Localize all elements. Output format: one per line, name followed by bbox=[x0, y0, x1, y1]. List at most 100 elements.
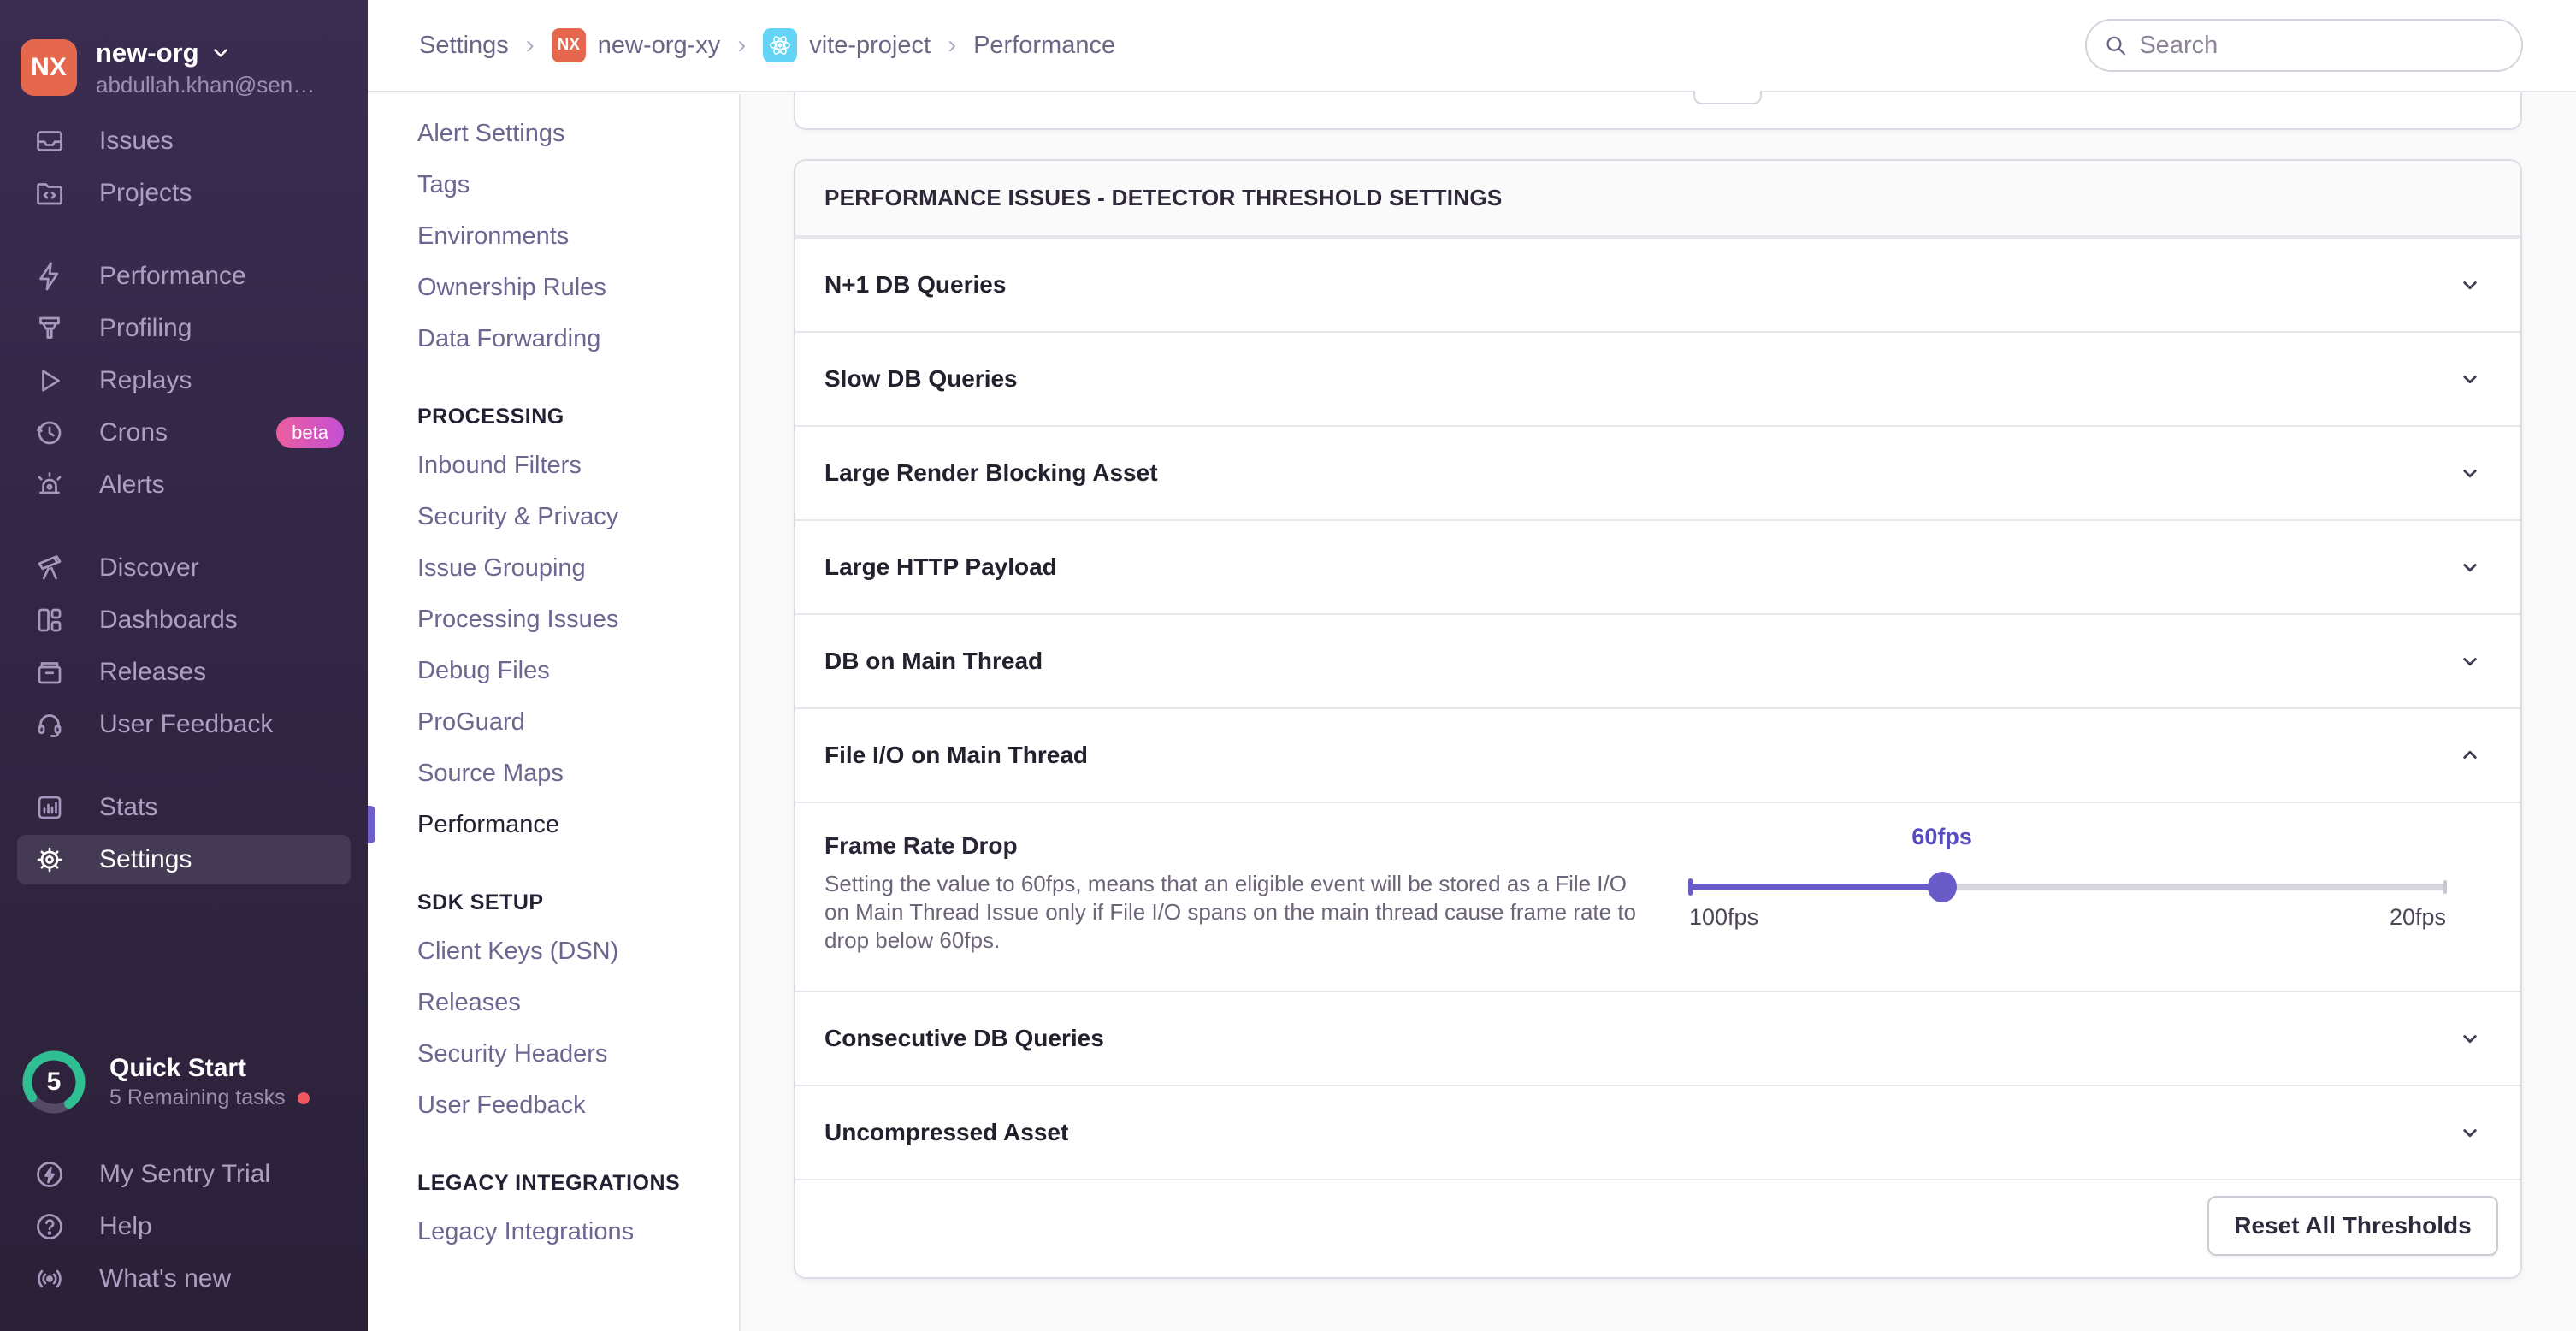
breadcrumb-separator: › bbox=[737, 31, 746, 60]
sidebar-item-alerts[interactable]: Alerts bbox=[0, 458, 368, 511]
quick-start-progress-ring: 5 bbox=[21, 1049, 87, 1115]
sidebar-item-crons[interactable]: Crons beta bbox=[0, 406, 368, 458]
sidebar-item-label: Discover bbox=[99, 553, 199, 583]
settings-nav-item[interactable]: Alert Settings bbox=[368, 108, 739, 159]
sidebar-item-label: User Feedback bbox=[99, 710, 273, 739]
settings-nav-item[interactable]: Security & Privacy bbox=[368, 491, 739, 542]
settings-nav-item[interactable]: Releases bbox=[368, 977, 739, 1028]
sidebar-item-label: Replays bbox=[99, 366, 192, 395]
sidebar-item-performance[interactable]: Performance bbox=[0, 250, 368, 302]
search-icon bbox=[2104, 33, 2127, 58]
settings-nav-heading: SDK SETUP bbox=[368, 879, 739, 926]
settings-nav-item-label: Performance bbox=[417, 811, 559, 839]
sidebar-item-issues[interactable]: Issues bbox=[0, 115, 368, 167]
help-icon bbox=[34, 1211, 65, 1242]
slider-start-cap bbox=[1688, 878, 1693, 896]
sidebar-item-stats[interactable]: Stats bbox=[0, 781, 368, 833]
play-icon bbox=[34, 365, 65, 396]
previous-panel-cutoff bbox=[794, 92, 2522, 130]
breadcrumb-project-label: vite-project bbox=[809, 32, 931, 60]
accordion-row-large-http-payload[interactable]: Large HTTP Payload bbox=[795, 519, 2520, 613]
slider-fill bbox=[1689, 884, 1942, 890]
sidebar-item-profiling[interactable]: Profiling bbox=[0, 302, 368, 354]
sidebar-item-whats-new[interactable]: What's new bbox=[0, 1252, 368, 1304]
settings-nav: Alert Settings Tags Environments Ownersh… bbox=[368, 94, 741, 1331]
alert-dot bbox=[298, 1092, 310, 1104]
chevron-down-icon bbox=[2457, 1120, 2483, 1145]
broadcast-icon bbox=[34, 1263, 65, 1294]
row-label: Large Render Blocking Asset bbox=[824, 459, 1158, 487]
search-box[interactable] bbox=[2085, 19, 2523, 72]
breadcrumb-project[interactable]: vite-project bbox=[763, 28, 931, 62]
accordion-row-large-render-blocking-asset[interactable]: Large Render Blocking Asset bbox=[795, 425, 2520, 519]
settings-nav-item[interactable]: Legacy Integrations bbox=[368, 1206, 739, 1257]
dashboards-icon bbox=[34, 605, 65, 636]
chevron-down-icon bbox=[2457, 366, 2483, 392]
breadcrumb-org[interactable]: NX new-org-xy bbox=[552, 28, 720, 62]
sidebar-item-label: Crons bbox=[99, 418, 168, 447]
accordion-row-file-io-on-main-thread[interactable]: File I/O on Main Thread bbox=[795, 707, 2520, 802]
sidebar-item-discover[interactable]: Discover bbox=[0, 541, 368, 594]
slider-thumb[interactable] bbox=[1928, 872, 1957, 902]
sidebar-item-projects[interactable]: Projects bbox=[0, 167, 368, 219]
quick-start[interactable]: 5 Quick Start 5 Remaining tasks bbox=[21, 1049, 310, 1115]
settings-nav-item[interactable]: Issue Grouping bbox=[368, 542, 739, 594]
slider-min-label: 100fps bbox=[1689, 904, 1758, 931]
reset-all-thresholds-button[interactable]: Reset All Thresholds bbox=[2207, 1196, 2498, 1256]
row-label: DB on Main Thread bbox=[824, 648, 1043, 675]
slider-track[interactable] bbox=[1689, 884, 2446, 890]
settings-nav-item[interactable]: Processing Issues bbox=[368, 594, 739, 645]
stats-icon bbox=[34, 792, 65, 823]
settings-nav-item[interactable]: Security Headers bbox=[368, 1028, 739, 1080]
frame-rate-drop-description: Setting the value to 60fps, means that a… bbox=[824, 870, 1637, 955]
breadcrumb-page: Performance bbox=[973, 32, 1115, 60]
breadcrumb-separator: › bbox=[526, 31, 535, 60]
slider-end-cap bbox=[2443, 880, 2447, 894]
sidebar-item-releases[interactable]: Releases bbox=[0, 646, 368, 698]
row-label: N+1 DB Queries bbox=[824, 271, 1006, 299]
settings-nav-item[interactable]: ProGuard bbox=[368, 696, 739, 748]
sidebar-item-help[interactable]: Help bbox=[0, 1200, 368, 1252]
main-sidebar: NX new-org abdullah.khan@sen… Issues Pro… bbox=[0, 0, 368, 1331]
accordion-row-db-on-main-thread[interactable]: DB on Main Thread bbox=[795, 613, 2520, 707]
frame-rate-drop-section: Frame Rate Drop Setting the value to 60f… bbox=[795, 802, 2520, 991]
sidebar-item-label: Help bbox=[99, 1212, 152, 1241]
sidebar-footer: My Sentry Trial Help What's new bbox=[0, 1148, 368, 1304]
settings-nav-item[interactable]: Client Keys (DSN) bbox=[368, 926, 739, 977]
accordion-row-consecutive-db-queries[interactable]: Consecutive DB Queries bbox=[795, 991, 2520, 1085]
row-label: Large HTTP Payload bbox=[824, 553, 1057, 581]
sidebar-item-settings[interactable]: Settings bbox=[0, 833, 368, 885]
settings-nav-item[interactable]: Data Forwarding bbox=[368, 313, 739, 364]
settings-nav-item[interactable]: Ownership Rules bbox=[368, 262, 739, 313]
accordion-row-uncompressed-asset[interactable]: Uncompressed Asset bbox=[795, 1085, 2520, 1179]
sidebar-item-label: Releases bbox=[99, 658, 206, 687]
sidebar-item-dashboards[interactable]: Dashboards bbox=[0, 594, 368, 646]
breadcrumb-settings[interactable]: Settings bbox=[419, 32, 509, 60]
quick-start-count: 5 bbox=[21, 1049, 87, 1115]
settings-nav-item[interactable]: Environments bbox=[368, 210, 739, 262]
chevron-down-icon bbox=[2457, 554, 2483, 580]
settings-nav-item[interactable]: Inbound Filters bbox=[368, 440, 739, 491]
search-input[interactable] bbox=[2139, 32, 2504, 60]
accordion-row-slow-db-queries[interactable]: Slow DB Queries bbox=[795, 331, 2520, 425]
breadcrumb: Settings › NX new-org-xy › vite-project … bbox=[419, 28, 1115, 62]
settings-nav-item[interactable]: Source Maps bbox=[368, 748, 739, 799]
settings-nav-item-performance[interactable]: Performance bbox=[368, 799, 739, 850]
settings-nav-item[interactable]: User Feedback bbox=[368, 1080, 739, 1131]
settings-nav-item[interactable]: Debug Files bbox=[368, 645, 739, 696]
projects-icon bbox=[34, 178, 65, 209]
accordion-row-n1-db-queries[interactable]: N+1 DB Queries bbox=[795, 237, 2520, 331]
panel-footer: Reset All Thresholds bbox=[795, 1179, 2520, 1277]
sidebar-group-observe: Performance Profiling Replays Crons beta… bbox=[0, 250, 368, 511]
chevron-down-icon bbox=[2457, 460, 2483, 486]
breadcrumb-org-label: new-org-xy bbox=[598, 32, 720, 60]
sidebar-item-user-feedback[interactable]: User Feedback bbox=[0, 698, 368, 750]
collapse-tab[interactable] bbox=[1693, 91, 1762, 104]
sidebar-item-replays[interactable]: Replays bbox=[0, 354, 368, 406]
sidebar-item-trial[interactable]: My Sentry Trial bbox=[0, 1148, 368, 1200]
settings-nav-item[interactable]: Tags bbox=[368, 159, 739, 210]
org-switcher[interactable]: NX new-org abdullah.khan@sen… bbox=[0, 0, 368, 109]
archive-icon bbox=[34, 657, 65, 688]
clock-icon bbox=[34, 417, 65, 448]
active-indicator-bar bbox=[368, 806, 375, 843]
